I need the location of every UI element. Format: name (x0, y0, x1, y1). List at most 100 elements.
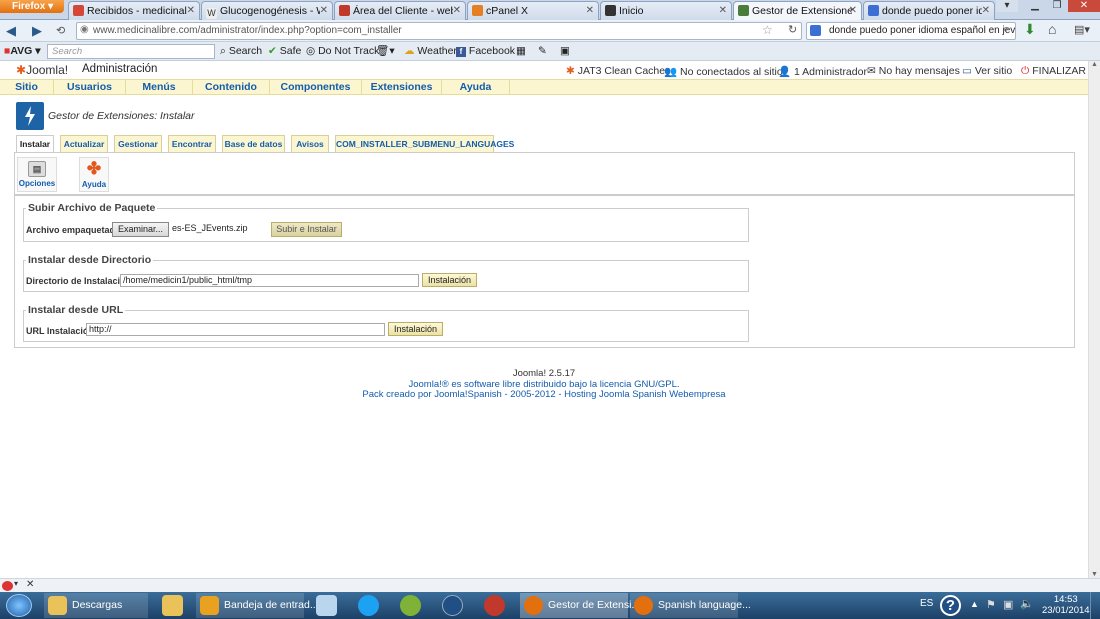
taskbar-app-label: Spanish language... (658, 599, 751, 611)
maximize-icon[interactable]: ❐ (1046, 0, 1068, 12)
bookmark-star-icon[interactable]: ☆ (762, 23, 773, 37)
subtab-actualizar[interactable]: Actualizar (60, 135, 108, 152)
footer-pack-link[interactable]: Pack creado por Joomla!Spanish - 2005-20… (0, 389, 1088, 401)
subtab-languages[interactable]: COM_INSTALLER_SUBMENU_LANGUAGES (335, 135, 514, 152)
subtab-encontrar[interactable]: Encontrar (168, 135, 216, 152)
avg-search-input[interactable]: Search (47, 44, 215, 59)
close-addon-bar-icon[interactable]: ✕ (26, 579, 34, 590)
volume-icon[interactable]: 🔈 (1020, 597, 1034, 610)
menu-menus[interactable]: Menús (126, 80, 193, 95)
tab-gestor-extensiones[interactable]: Gestor de Extensiones: Inst...✕ (733, 1, 862, 21)
history-icon[interactable]: ⟲ (56, 24, 65, 37)
install-url-button[interactable]: Instalación (388, 322, 443, 336)
media-icon[interactable] (484, 595, 505, 616)
search-text: donde puedo poner idioma español en jeve… (829, 25, 1016, 36)
clock[interactable]: 14:53 23/01/2014 (1042, 594, 1090, 616)
taskbar-app-descargas[interactable]: Descargas (44, 593, 148, 618)
close-window-icon[interactable]: ✕ (1068, 0, 1100, 12)
home-icon[interactable]: ⌂ (1048, 21, 1056, 37)
edit-icon[interactable]: ✎ (538, 45, 547, 58)
help-circle-icon[interactable]: ? (940, 595, 961, 616)
hp-icon[interactable] (442, 595, 463, 616)
menu-extensiones[interactable]: Extensiones (362, 80, 442, 95)
install-directory-button[interactable]: Instalación (422, 273, 477, 287)
close-icon[interactable]: ✕ (719, 2, 727, 20)
taskbar-app-firefox-active[interactable]: Gestor de Extensi... (520, 593, 640, 618)
site-identity-icon[interactable]: ◉ (80, 24, 89, 35)
subtab-instalar[interactable]: Instalar (16, 135, 54, 153)
close-icon[interactable]: ✕ (849, 2, 857, 20)
avg-facebook-button[interactable]: f Facebook (456, 45, 515, 58)
scroll-up-icon[interactable]: ▲ (1091, 61, 1098, 68)
avg-search-button[interactable]: ⌕ Search (220, 45, 262, 58)
scroll-down-icon[interactable]: ▼ (1091, 571, 1098, 578)
close-icon[interactable]: ✕ (453, 2, 461, 20)
logout-link[interactable]: ⏻ FINALIZAR (1021, 65, 1086, 78)
network-icon[interactable]: ▣ (1003, 598, 1013, 611)
avg-safe-button[interactable]: ✔ Safe (268, 45, 301, 58)
avg-search-label: Search (228, 45, 263, 57)
selected-file-field[interactable]: es-ES_JEvents.zip (170, 223, 270, 236)
calendar-icon[interactable]: ▦ (516, 45, 526, 58)
vertical-scrollbar[interactable]: ▲ ▼ (1088, 61, 1100, 578)
menu-ayuda[interactable]: Ayuda (442, 80, 510, 95)
subtab-base-de-datos[interactable]: Base de datos (222, 135, 285, 152)
menu-contenido[interactable]: Contenido (193, 80, 270, 95)
gtalk-icon[interactable] (400, 595, 421, 616)
joomla-header: ✱Joomla! Administración ✱ JAT3 Clean Cac… (0, 61, 1088, 79)
search-icon[interactable]: ⌕ (1003, 23, 1009, 36)
tab-webempresa[interactable]: Área del Cliente - webemp...✕ (334, 1, 466, 20)
tab-cpanel[interactable]: cPanel X ✕ (467, 1, 599, 20)
menu-sitio[interactable]: Sitio (0, 80, 54, 95)
tab-google-search[interactable]: donde puedo poner idiom...✕ (863, 1, 995, 20)
close-icon[interactable]: ✕ (982, 2, 990, 20)
avg-dnt-button[interactable]: ◎ Do Not Track (306, 45, 379, 58)
tab-list-icon[interactable]: ▾ (996, 0, 1018, 12)
language-indicator[interactable]: ES (920, 598, 933, 609)
trash-menu-button[interactable]: 🗑▾ (376, 45, 395, 58)
menu-usuarios[interactable]: Usuarios (54, 80, 126, 95)
upload-install-button[interactable]: Subir e Instalar (271, 222, 342, 237)
options-button[interactable]: ▤ Opciones (17, 157, 57, 192)
avg-weather-button[interactable]: ☁ Weather (404, 45, 457, 58)
cache-link[interactable]: ✱ JAT3 Clean Cache (566, 65, 665, 77)
close-icon[interactable]: ✕ (187, 2, 195, 20)
menu-componentes[interactable]: Componentes (270, 80, 362, 95)
firefox-menu-button[interactable]: Firefox ▾ (0, 0, 64, 13)
tray-expand-icon[interactable]: ▲ (970, 599, 979, 609)
reload-icon[interactable]: ↻ (788, 23, 797, 36)
addon-badge-icon[interactable] (2, 581, 13, 591)
tab-gmail[interactable]: Recibidos - medicinalibre....✕ (68, 1, 200, 20)
explorer-icon[interactable] (162, 595, 183, 616)
back-icon[interactable]: ◀ (6, 23, 16, 39)
tab-inicio[interactable]: Inicio ✕ (600, 1, 732, 20)
subtab-gestionar[interactable]: Gestionar (114, 135, 162, 152)
skype-icon[interactable] (358, 595, 379, 616)
browse-button[interactable]: Examinar... (112, 222, 169, 237)
forward-icon[interactable]: ▶ (32, 23, 42, 39)
search-engine-input[interactable]: donde puedo poner idioma español en jeve… (806, 22, 1016, 40)
view-site-link[interactable]: ▭ Ver sitio (962, 65, 1012, 77)
google-engine-icon[interactable] (810, 25, 821, 36)
help-button[interactable]: ✤ Ayuda (79, 157, 109, 192)
url-bar[interactable]: www.medicinalibre.com/administrator/inde… (76, 22, 802, 40)
download-icon[interactable]: ⬇ (1024, 21, 1036, 38)
install-url-input[interactable]: http:// (86, 323, 385, 336)
pictures-icon[interactable] (316, 595, 337, 616)
menu-icon[interactable]: ▤▾ (1074, 23, 1090, 36)
close-icon[interactable]: ✕ (320, 2, 328, 20)
start-button-icon[interactable] (6, 594, 32, 617)
tray-flag-icon[interactable]: ⚑ (986, 598, 996, 611)
addon-menu-icon[interactable]: ▾ (14, 579, 18, 588)
install-directory-input[interactable]: /home/medicin1/public_html/tmp (120, 274, 419, 287)
close-icon[interactable]: ✕ (586, 2, 594, 20)
tab-wikipedia[interactable]: WGlucogenogénesis - Wikip...✕ (201, 1, 333, 20)
taskbar-app-firefox-2[interactable]: Spanish language... (630, 593, 751, 618)
taskbar-app-outlook[interactable]: Bandeja de entrad... (196, 593, 319, 618)
subtab-avisos[interactable]: Avisos (291, 135, 329, 152)
messages-link[interactable]: ✉ No hay mensajes (867, 65, 960, 77)
show-desktop-button[interactable] (1090, 592, 1100, 619)
screenshot-icon[interactable]: ▣ (560, 45, 570, 58)
avg-logo[interactable]: ■AVG ▾ (4, 45, 41, 58)
minimize-icon[interactable]: ▁ (1024, 0, 1046, 12)
